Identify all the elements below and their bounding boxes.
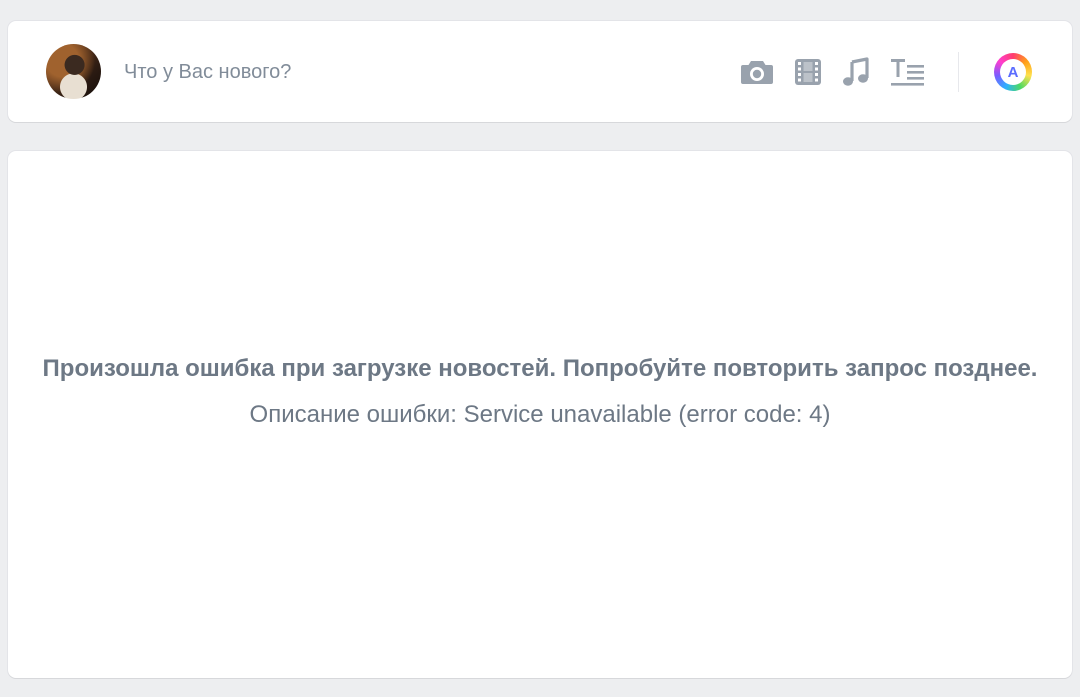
app-launcher-icon: A — [994, 53, 1032, 91]
music-note-icon — [843, 57, 869, 86]
write-article-button[interactable] — [890, 55, 926, 89]
app-badge-letter: A — [1000, 59, 1026, 85]
toolbar-divider — [958, 52, 959, 92]
avatar[interactable] — [46, 44, 101, 99]
error-message: Произошла ошибка при загрузке новостей. … — [38, 346, 1042, 438]
attach-music-button[interactable] — [838, 55, 874, 89]
news-feed-error-card: Произошла ошибка при загрузке новостей. … — [8, 151, 1072, 678]
error-title: Произошла ошибка при загрузке новостей. … — [42, 355, 1038, 382]
camera-icon — [741, 61, 773, 84]
post-composer: A — [8, 21, 1072, 122]
error-description: Описание ошибки: Service unavailable (er… — [249, 401, 831, 428]
film-icon — [795, 59, 821, 85]
new-post-input[interactable] — [124, 57, 684, 87]
article-icon — [891, 59, 924, 86]
attach-photo-button[interactable] — [739, 55, 775, 89]
app-launcher-button[interactable]: A — [993, 52, 1033, 92]
attach-video-button[interactable] — [790, 55, 826, 89]
